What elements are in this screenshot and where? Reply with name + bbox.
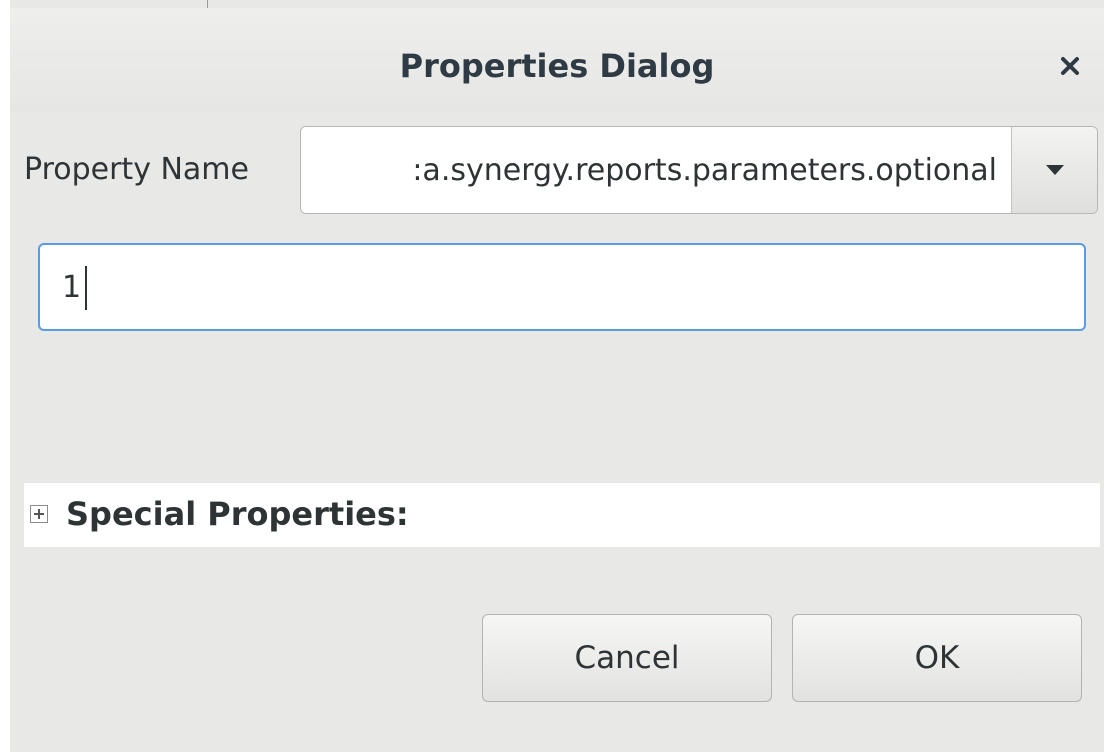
ok-button[interactable]: OK [792, 614, 1082, 702]
dialog-title: Properties Dialog [399, 47, 715, 85]
special-properties-label: Special Properties: [66, 495, 409, 533]
special-properties-expander[interactable]: Special Properties: [24, 483, 1100, 547]
divider [207, 0, 208, 8]
cancel-button[interactable]: Cancel [482, 614, 772, 702]
close-button[interactable] [1050, 46, 1090, 86]
properties-dialog: Properties Dialog Property Name Special … [0, 0, 1104, 752]
plus-box-icon[interactable] [30, 505, 48, 523]
text-cursor [85, 266, 87, 310]
property-name-dropdown-button[interactable] [1011, 127, 1097, 213]
property-name-label: Property Name [24, 152, 249, 187]
dialog-left-edge [0, 0, 10, 752]
property-value-input[interactable] [38, 243, 1086, 331]
titlebar: Properties Dialog [10, 8, 1104, 112]
chevron-down-icon [1045, 165, 1064, 175]
close-icon [1061, 57, 1079, 75]
property-name-combobox[interactable] [300, 126, 1098, 214]
property-name-input[interactable] [301, 127, 1013, 213]
